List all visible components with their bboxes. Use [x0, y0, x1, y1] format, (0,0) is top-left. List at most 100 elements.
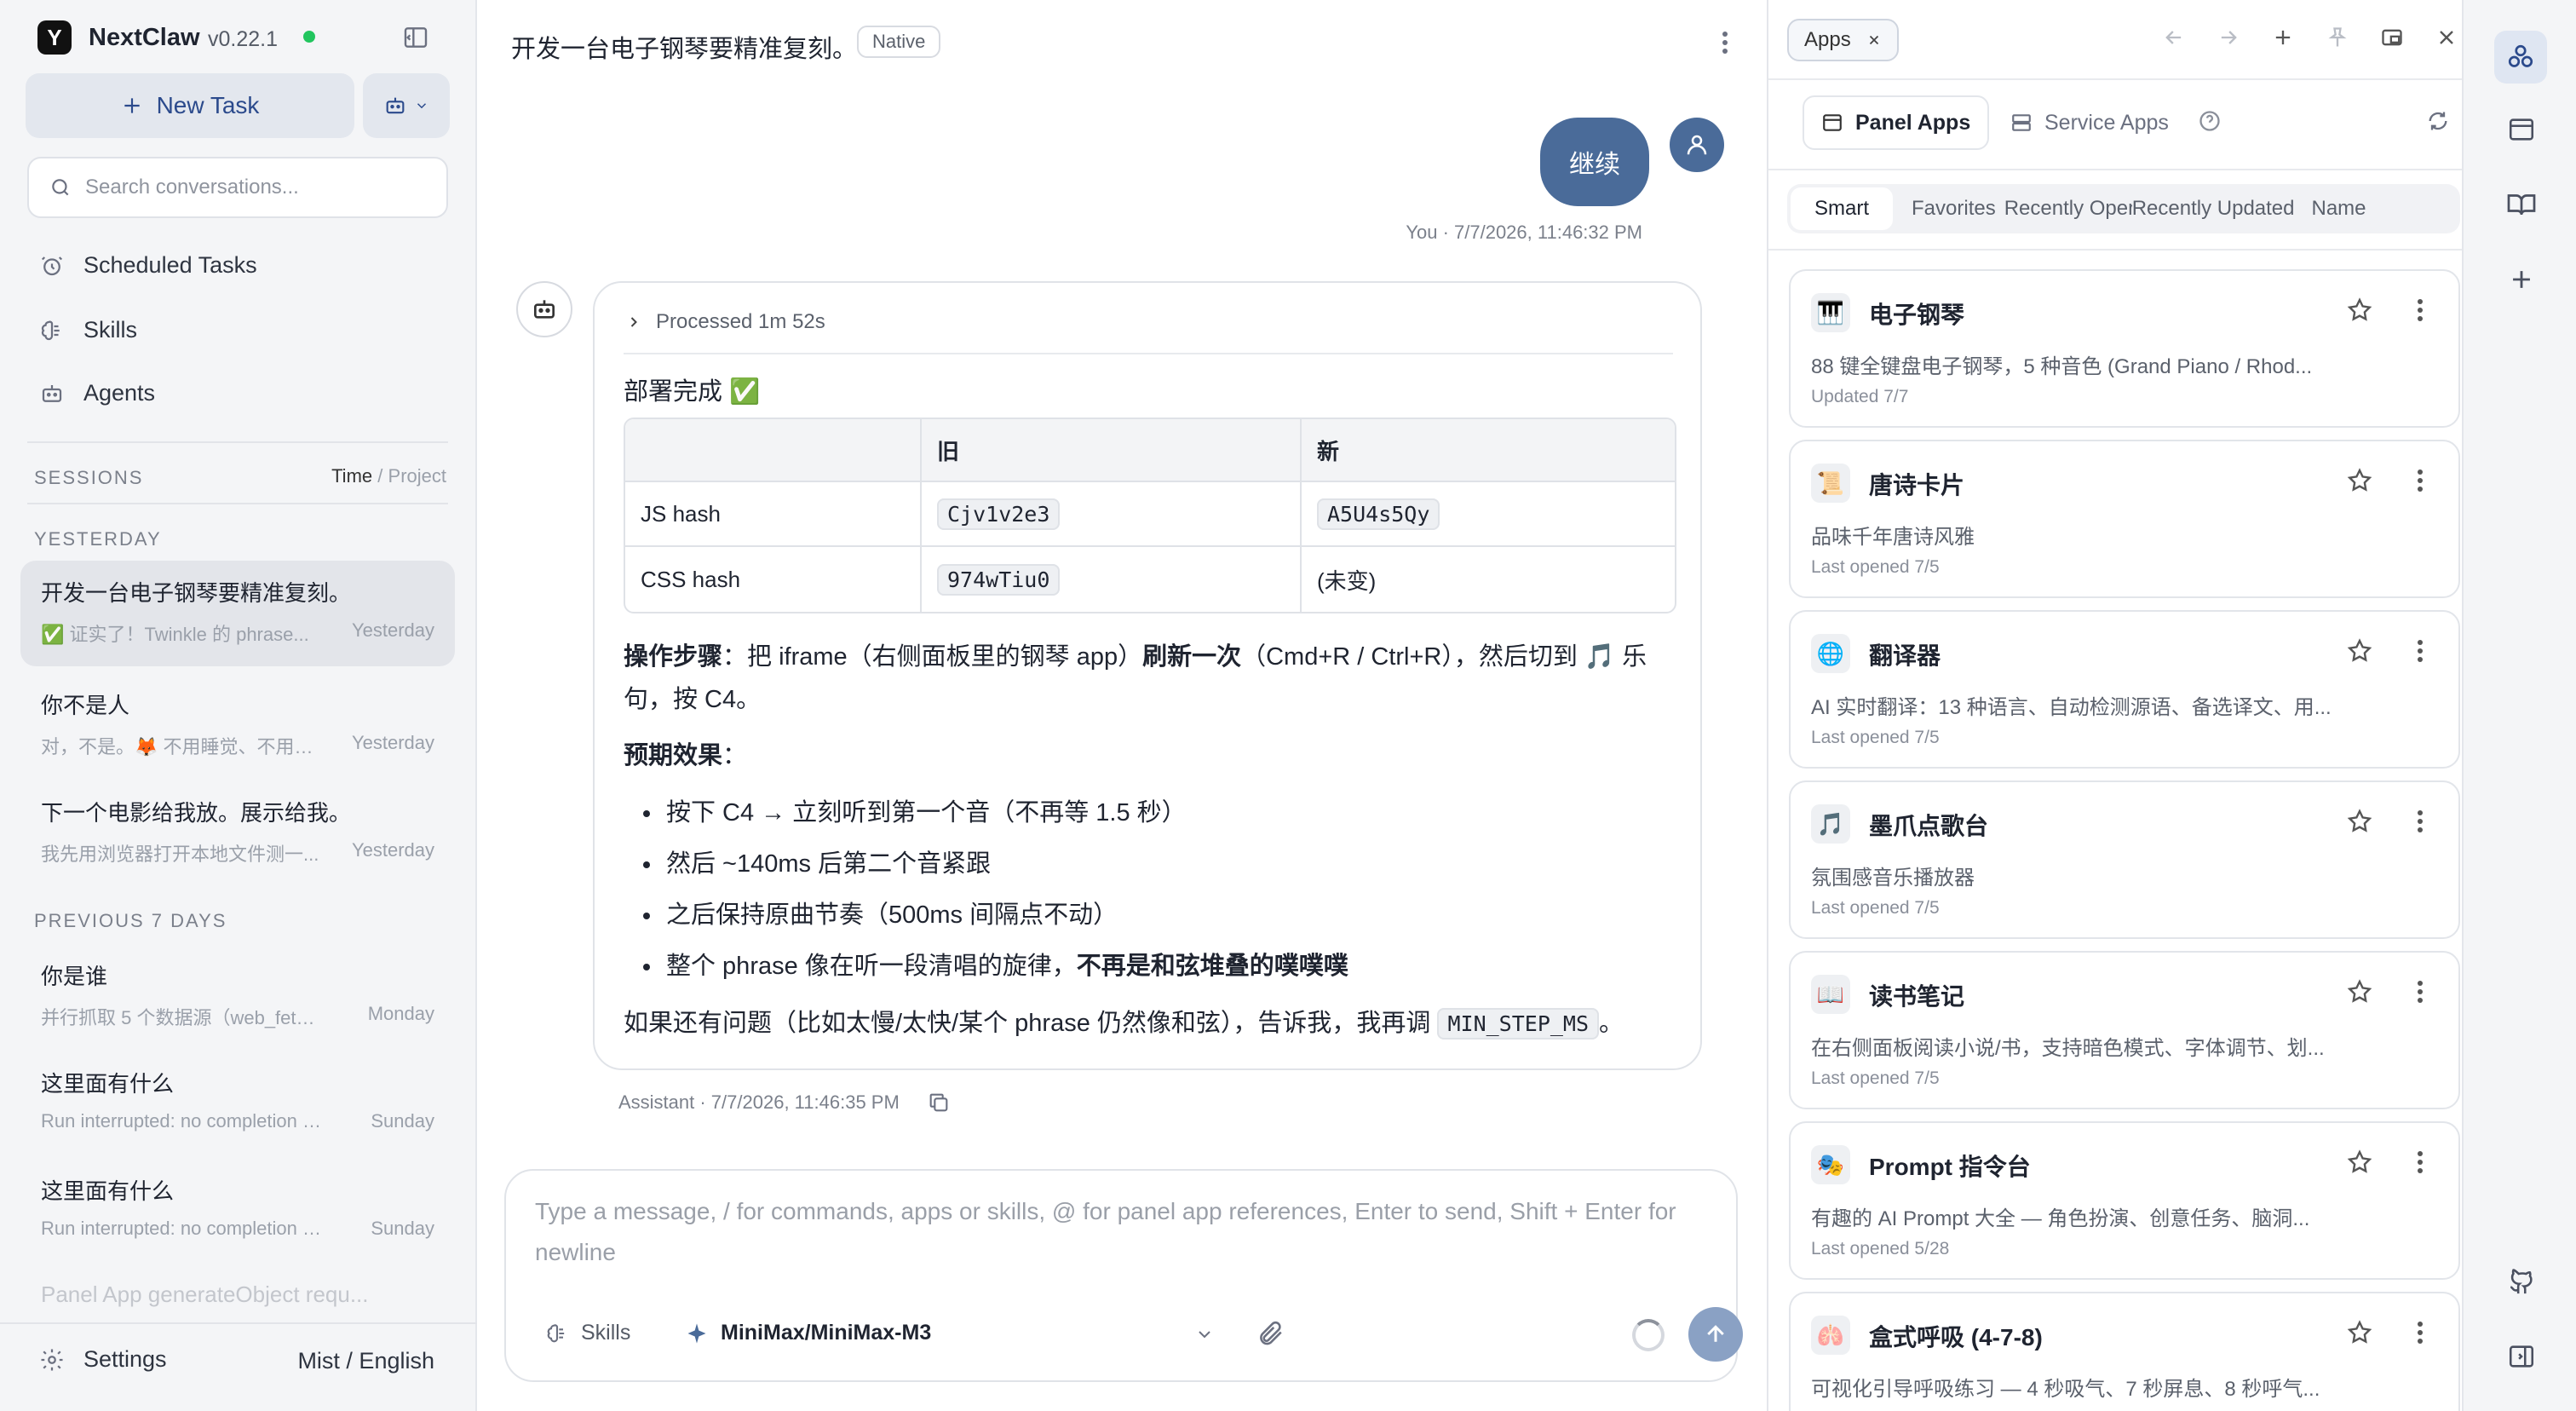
processed-toggle[interactable]: Processed 1m 52s: [625, 310, 825, 334]
nav-skills[interactable]: Skills: [39, 317, 137, 343]
table-cell: (未变): [1317, 567, 1377, 594]
user-avatar: [1670, 118, 1724, 172]
app-name: 翻译器: [1869, 642, 1941, 669]
skills-button[interactable]: Skills: [545, 1321, 630, 1345]
more-options-icon[interactable]: [2416, 467, 2424, 494]
app-card[interactable]: 📜 唐诗卡片 品味千年唐诗风雅 Last opened 7/5: [1789, 440, 2460, 598]
refresh-icon[interactable]: [2426, 109, 2450, 133]
more-options-icon[interactable]: [2416, 637, 2424, 665]
copy-icon[interactable]: [927, 1091, 951, 1114]
arrow-up-icon: [1703, 1322, 1728, 1347]
nav-agents[interactable]: Agents: [39, 380, 155, 406]
brain-icon: [545, 1322, 569, 1345]
session-item[interactable]: 这里面有什么 Run interrupted: no completion o.…: [20, 1159, 455, 1259]
app-card[interactable]: 🎭 Prompt 指令台 有趣的 AI Prompt 大全 — 角色扮演、创意任…: [1789, 1121, 2460, 1280]
table-row: CSS hash 974wTiu0 (未变): [625, 547, 1675, 612]
table-row: JS hash Cjv1v2e3 A5U4s5Qy: [625, 482, 1675, 547]
rail-collapse-button[interactable]: [2498, 1333, 2545, 1380]
filter-name[interactable]: Name: [2303, 187, 2375, 230]
group-label-yesterday: YESTERDAY: [34, 528, 162, 550]
nav-label: Scheduled Tasks: [83, 252, 257, 278]
app-name: 盒式呼吸 (4-7-8): [1869, 1324, 2043, 1351]
app-description: 有趣的 AI Prompt 大全 — 角色扮演、创意任务、脑洞...: [1811, 1207, 2310, 1230]
star-icon[interactable]: [2346, 1149, 2373, 1176]
steps-bold: 刷新一次: [1142, 643, 1242, 671]
star-icon[interactable]: [2346, 1319, 2373, 1346]
session-item[interactable]: 这里面有什么 Run interrupted: no completion o.…: [20, 1051, 455, 1152]
sort-separator: /: [377, 465, 383, 487]
plus-icon[interactable]: [2271, 26, 2295, 49]
tab-apps[interactable]: Apps: [1787, 19, 1899, 61]
message-input[interactable]: [535, 1191, 1719, 1276]
chat-area: 开发一台电子钢琴要精准复刻。 Native 继续 You · 7/7/2026,…: [477, 0, 1767, 1411]
arrow-right-icon[interactable]: [2217, 26, 2240, 49]
app-card[interactable]: 📖 读书笔记 在右侧面板阅读小说/书，支持暗色模式、字体调节、划... Last…: [1789, 951, 2460, 1109]
new-task-button[interactable]: New Task: [26, 73, 354, 138]
app-card[interactable]: 🎹 电子钢琴 88 键全键盘电子钢琴，5 种音色 (Grand Piano / …: [1789, 269, 2460, 428]
more-options-icon[interactable]: [2416, 978, 2424, 1005]
expected-label: 预期效果: [624, 742, 723, 769]
tab-panel-apps[interactable]: Panel Apps: [1803, 95, 1990, 150]
star-icon[interactable]: [2346, 637, 2373, 665]
rail-github-button[interactable]: [2498, 1258, 2545, 1305]
filter-smart[interactable]: Smart: [1791, 187, 1894, 230]
session-item[interactable]: 你是谁 并行抓取 5 个数据源（web_fetch ... Monday: [20, 944, 455, 1045]
more-options-icon[interactable]: [2416, 1149, 2424, 1176]
session-item[interactable]: 开发一台电子钢琴要精准复刻。 ✅ 证实了！Twinkle 的 phrase...…: [20, 561, 455, 666]
settings-button[interactable]: Settings: [39, 1346, 167, 1373]
sessions-sort: Time / Project: [331, 465, 446, 487]
rail-browser-button[interactable]: [2498, 106, 2545, 153]
session-item[interactable]: Panel App generateObject requ...: [20, 1266, 455, 1317]
sidebar-collapse-icon[interactable]: [402, 24, 429, 51]
search-box[interactable]: [27, 157, 448, 218]
search-input[interactable]: [85, 176, 426, 199]
session-preview: 并行抓取 5 个数据源（web_fetch ...: [41, 1007, 322, 1028]
star-icon[interactable]: [2346, 978, 2373, 1005]
chevron-down-icon[interactable]: [1194, 1324, 1215, 1345]
nav-scheduled-tasks[interactable]: Scheduled Tasks: [39, 252, 257, 279]
rail-apps-button[interactable]: [2494, 31, 2547, 84]
session-item[interactable]: 你不是人 对，不是。🦊 不用睡觉、不用吃... Yesterday: [20, 673, 455, 774]
close-icon[interactable]: [1866, 32, 1882, 48]
list-item: 按下 C4 → 立刻听到第一个音（不再等 1.5 秒）: [663, 787, 1348, 838]
app-meta: Last opened 7/5: [1811, 728, 1940, 747]
more-options-icon[interactable]: [2416, 297, 2424, 324]
filter-favorites[interactable]: Favorites: [1893, 187, 2004, 230]
theme-language-toggle[interactable]: Mist / English: [297, 1348, 434, 1374]
rail-add-button[interactable]: [2498, 256, 2545, 303]
app-card[interactable]: 🌐 翻译器 AI 实时翻译：13 种语言、自动检测源语、备选译文、用... La…: [1789, 610, 2460, 769]
send-button[interactable]: [1688, 1307, 1743, 1362]
alarm-clock-icon: [39, 253, 65, 279]
apps-panel: Apps Panel Apps Service Apps Smart Favor…: [1767, 0, 2464, 1411]
paperclip-icon[interactable]: [1256, 1319, 1285, 1348]
sessions-label: SESSIONS: [34, 467, 144, 488]
help-icon[interactable]: [2198, 109, 2222, 133]
session-preview: ✅ 证实了！Twinkle 的 phrase...: [41, 624, 309, 645]
filter-recently-updated[interactable]: Recently Updated: [2132, 187, 2303, 230]
session-item[interactable]: 下一个电影给我放。展示给我。 我先用浏览器打开本地文件测一... Yesterda…: [20, 780, 455, 881]
sort-project[interactable]: Project: [388, 465, 446, 487]
table-header: [625, 419, 922, 482]
more-options-icon[interactable]: [2416, 808, 2424, 835]
more-options-icon[interactable]: [2416, 1319, 2424, 1346]
rail-docs-button[interactable]: [2498, 181, 2545, 228]
app-card[interactable]: 🎵 墨爪点歌台 氛围感音乐播放器 Last opened 7/5: [1789, 780, 2460, 939]
chat-title: 开发一台电子钢琴要精准复刻。: [511, 36, 858, 63]
agent-select-button[interactable]: [363, 73, 450, 138]
assistant-avatar: [516, 281, 572, 337]
filter-recently-opened[interactable]: Recently Opened: [2004, 187, 2132, 230]
close-panel-icon[interactable]: [2435, 26, 2458, 49]
popout-window-icon[interactable]: [2380, 26, 2404, 49]
sort-time[interactable]: Time: [331, 465, 372, 487]
more-options-icon[interactable]: [1721, 27, 1729, 58]
star-icon[interactable]: [2346, 297, 2373, 324]
divider: [0, 1322, 477, 1324]
model-selector[interactable]: MiniMax/MiniMax-M3: [685, 1321, 931, 1345]
app-card[interactable]: 🫁 盒式呼吸 (4-7-8) 可视化引导呼吸练习 — 4 秒吸气、7 秒屏息、8…: [1789, 1292, 2460, 1411]
star-icon[interactable]: [2346, 467, 2373, 494]
arrow-left-icon[interactable]: [2162, 26, 2186, 49]
tab-service-apps[interactable]: Service Apps: [1993, 95, 2186, 150]
star-icon[interactable]: [2346, 808, 2373, 835]
session-title: 你不是人: [41, 693, 130, 718]
pin-icon[interactable]: [2326, 26, 2349, 49]
